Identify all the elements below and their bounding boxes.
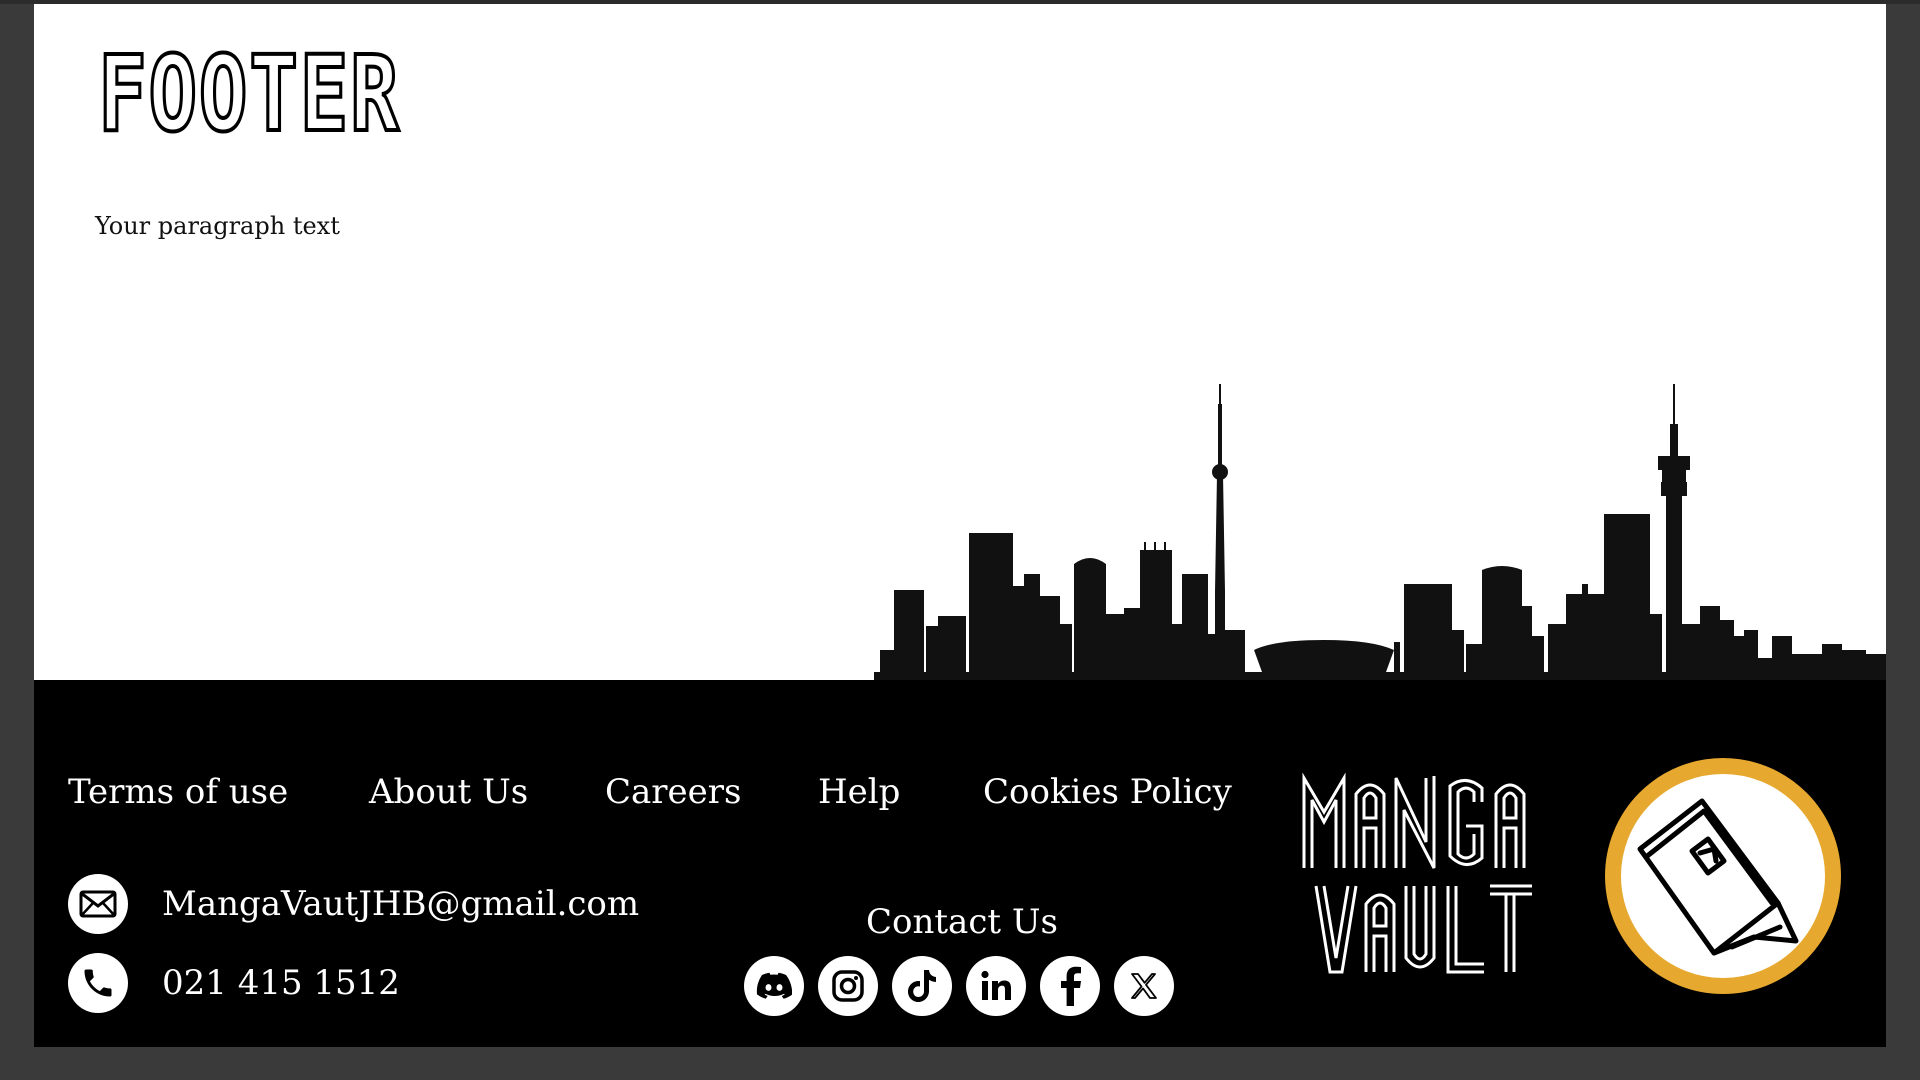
envelope-icon [68, 874, 128, 934]
instagram-icon[interactable] [818, 956, 878, 1016]
tiktok-icon[interactable] [892, 956, 952, 1016]
phone-icon [68, 953, 128, 1013]
contact-email-row: MangaVautJHB@gmail.com [68, 874, 639, 934]
city-skyline-graphic [874, 384, 1886, 686]
manga-vault-logo-badge [1605, 758, 1841, 994]
nav-link-cookies-policy[interactable]: Cookies Policy [983, 772, 1243, 812]
manga-vault-logo-text [1302, 772, 1532, 974]
design-canvas: FOOTER Your paragraph text Terms of use … [34, 4, 1886, 1047]
contact-phone-row: 021 415 1512 [68, 953, 400, 1013]
facebook-icon[interactable] [1040, 956, 1100, 1016]
nav-link-careers[interactable]: Careers [605, 772, 818, 812]
nav-link-about-us[interactable]: About Us [369, 772, 605, 812]
paragraph-text: Your paragraph text [95, 212, 340, 240]
linkedin-icon[interactable] [966, 956, 1026, 1016]
site-footer: Terms of use About Us Careers Help Cooki… [34, 680, 1886, 1047]
nav-link-terms-of-use[interactable]: Terms of use [68, 772, 369, 812]
discord-icon[interactable] [744, 956, 804, 1016]
x-icon[interactable] [1114, 956, 1174, 1016]
social-links [744, 956, 1174, 1016]
page-heading: FOOTER [96, 33, 401, 155]
footer-nav: Terms of use About Us Careers Help Cooki… [68, 772, 1243, 812]
email-address[interactable]: MangaVautJHB@gmail.com [162, 884, 639, 924]
contact-us-heading: Contact Us [866, 902, 1058, 942]
phone-number[interactable]: 021 415 1512 [162, 963, 400, 1003]
nav-link-help[interactable]: Help [818, 772, 983, 812]
